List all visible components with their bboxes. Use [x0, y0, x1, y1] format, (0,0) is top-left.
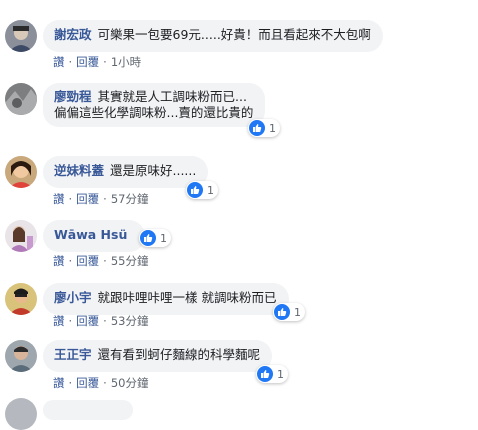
- timestamp[interactable]: 55分鐘: [111, 254, 149, 268]
- thumbs-up-icon: [140, 230, 156, 246]
- timestamp[interactable]: 1小時: [111, 55, 141, 69]
- comment-actions: 讚 · 回覆 · 53分鐘: [53, 314, 149, 328]
- comment-bubble: Wāwa Hsü: [43, 220, 146, 252]
- like-link[interactable]: 讚: [53, 192, 65, 206]
- like-link[interactable]: 讚: [53, 376, 65, 390]
- reaction-summary[interactable]: 1: [273, 303, 305, 321]
- reaction-count: 1: [294, 305, 301, 319]
- commenter-name[interactable]: 謝宏政: [54, 27, 92, 42]
- reaction-count: 1: [207, 183, 214, 197]
- avatar[interactable]: [5, 156, 37, 188]
- like-link[interactable]: 讚: [53, 254, 65, 268]
- reaction-summary[interactable]: 1: [139, 229, 171, 247]
- comment-text: 可樂果一包要69元.....好貴！而且看起來不大包啊: [97, 27, 371, 42]
- comment-actions: 讚 · 回覆 · 1小時: [53, 55, 142, 69]
- reply-link[interactable]: 回覆: [76, 254, 99, 268]
- reply-link[interactable]: 回覆: [76, 376, 99, 390]
- reaction-count: 1: [277, 367, 284, 381]
- like-link[interactable]: 讚: [53, 314, 65, 328]
- comment-bubble: 廖小宇 就跟咔哩咔哩一樣 就調味粉而已: [43, 283, 289, 315]
- comment-bubble: 謝宏政 可樂果一包要69元.....好貴！而且看起來不大包啊: [43, 20, 383, 52]
- comment-text: 其實就是人工調味粉而已...: [97, 89, 247, 104]
- avatar[interactable]: [5, 20, 37, 52]
- avatar[interactable]: [5, 340, 37, 372]
- commenter-name[interactable]: Wāwa Hsü: [54, 227, 127, 242]
- comment-text: 還有看到蚵仔麵線的科學麵呢: [97, 347, 261, 362]
- thumbs-up-icon: [274, 304, 290, 320]
- like-link[interactable]: 讚: [53, 55, 65, 69]
- comment-bubble: 王正宇 還有看到蚵仔麵線的科學麵呢: [43, 340, 273, 372]
- reaction-summary[interactable]: 1: [248, 119, 280, 137]
- comment-text-line2: 偏偏這些化學調味粉...賣的還比貴的: [54, 105, 254, 120]
- thumbs-up-icon: [187, 182, 203, 198]
- thumbs-up-icon: [249, 120, 265, 136]
- comment-bubble: 廖勁程 其實就是人工調味粉而已... 偏偏這些化學調味粉...賣的還比貴的: [43, 83, 266, 127]
- timestamp[interactable]: 53分鐘: [111, 314, 149, 328]
- thumbs-up-icon: [257, 366, 273, 382]
- commenter-name[interactable]: 廖勁程: [54, 89, 92, 104]
- avatar[interactable]: [5, 398, 37, 430]
- commenter-name[interactable]: 逆妹料蓋: [54, 163, 104, 178]
- comment-actions: 讚 · 回覆 · 55分鐘: [53, 254, 149, 268]
- reaction-summary[interactable]: 1: [186, 181, 218, 199]
- comment-text: 就跟咔哩咔哩一樣 就調味粉而已: [97, 290, 277, 305]
- reply-link[interactable]: 回覆: [76, 314, 99, 328]
- avatar[interactable]: [5, 220, 37, 252]
- avatar[interactable]: [5, 283, 37, 315]
- reply-link[interactable]: 回覆: [76, 55, 99, 69]
- comment-actions: 讚 · 回覆 · 57分鐘: [53, 192, 149, 206]
- reaction-summary[interactable]: 1: [256, 365, 288, 383]
- timestamp[interactable]: 57分鐘: [111, 192, 149, 206]
- timestamp[interactable]: 50分鐘: [111, 376, 149, 390]
- reaction-count: 1: [269, 121, 276, 135]
- comment-bubble-partial: [43, 400, 133, 420]
- comment-text: 還是原味好......: [110, 163, 197, 178]
- commenter-name[interactable]: 廖小宇: [54, 290, 92, 305]
- commenter-name[interactable]: 王正宇: [54, 347, 92, 362]
- avatar[interactable]: [5, 83, 37, 115]
- comment-actions: 讚 · 回覆 · 50分鐘: [53, 376, 149, 390]
- comment-bubble: 逆妹料蓋 還是原味好......: [43, 156, 209, 188]
- reaction-count: 1: [160, 231, 167, 245]
- reply-link[interactable]: 回覆: [76, 192, 99, 206]
